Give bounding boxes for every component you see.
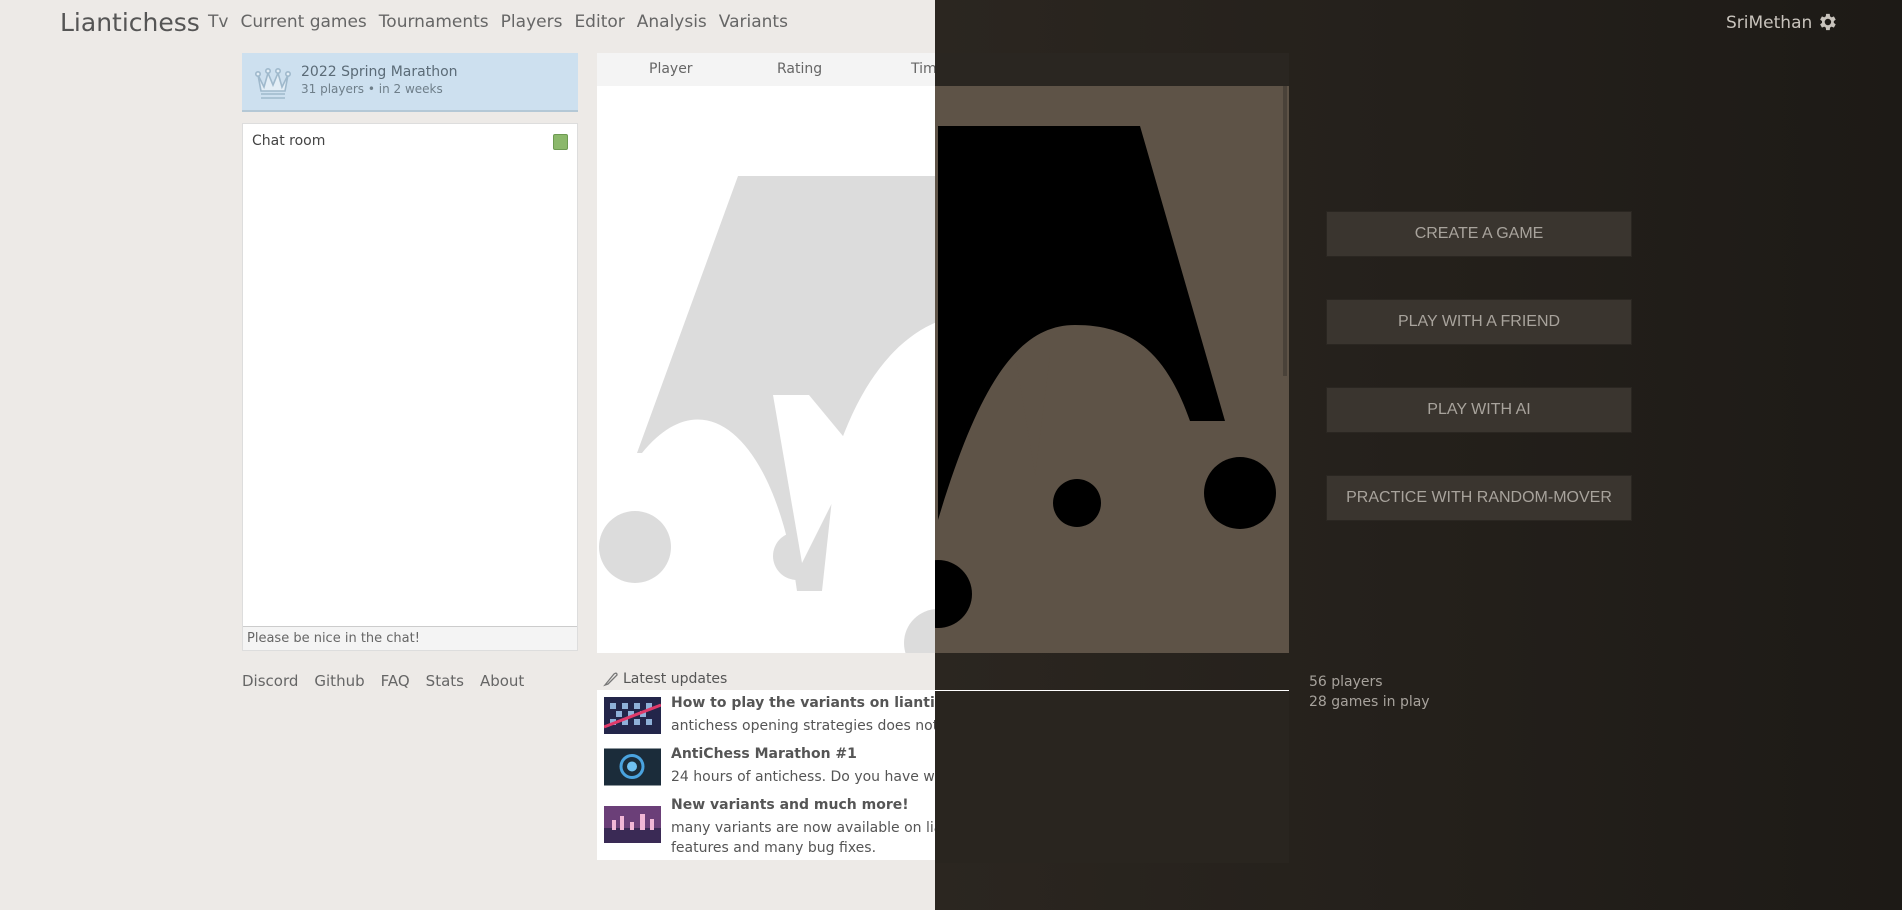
news-title[interactable]: New variants and much more! [671, 797, 909, 813]
column-player[interactable]: Player [649, 61, 693, 77]
footer-link-faq[interactable]: FAQ [381, 672, 410, 690]
news-description: 24 hours of antichess. Do you have what … [671, 769, 1069, 785]
news-date: 2022.01.02 [1213, 816, 1282, 830]
news-thumbnail [604, 806, 661, 843]
games-count: 28 games in play [1309, 694, 1430, 710]
news-description: many variants are now available on liant… [671, 820, 1142, 856]
news-item[interactable]: How to play the variants on liantichesss… [597, 690, 1289, 741]
updates-title: Latest updates [623, 671, 728, 687]
tournament-info: 31 players • in 2 weeks [301, 82, 443, 96]
chat-toggle[interactable] [553, 134, 568, 150]
updates-list: How to play the variants on liantichesss… [597, 690, 1289, 860]
play-with-friend-button[interactable]: PLAY WITH A FRIEND [1326, 299, 1632, 345]
latest-updates: Latest updates How to play the variants … [597, 668, 1289, 860]
news-date: 2022.11.03 [1213, 706, 1282, 720]
site-logo[interactable]: Liantichess [60, 8, 200, 37]
tournament-card[interactable]: 2022 Spring Marathon 31 players • in 2 w… [242, 53, 578, 112]
news-title[interactable]: How to play the variants on liantichesss… [671, 695, 996, 711]
main-nav: Tv Current games Tournaments Players Edi… [208, 12, 788, 32]
practice-random-mover-button[interactable]: PRACTICE WITH RANDOM-MOVER [1326, 475, 1632, 521]
news-thumbnail [604, 748, 661, 786]
footer-links: Discord Github FAQ Stats About [242, 672, 524, 690]
news-item[interactable]: AntiChess Marathon #1 24 hours of antich… [597, 741, 1289, 792]
news-item[interactable]: New variants and much more! many variant… [597, 792, 1289, 860]
nav-players[interactable]: Players [501, 12, 563, 32]
footer-link-github[interactable]: Github [314, 672, 364, 690]
news-thumbnail [604, 697, 661, 734]
nav-tv[interactable]: Tv [208, 12, 228, 32]
chat-panel: Chat room [242, 123, 578, 651]
top-header: Liantichess Tv Current games Tournaments… [0, 0, 1902, 44]
chat-title: Chat room [252, 133, 326, 149]
jester-logo-icon [599, 176, 1276, 653]
news-title[interactable]: AntiChess Marathon #1 [671, 746, 857, 762]
news-date: 2022.11.03 [1213, 757, 1282, 771]
create-game-button[interactable]: CREATE A GAME [1326, 211, 1632, 257]
quill-icon [603, 672, 618, 687]
nav-editor[interactable]: Editor [574, 12, 624, 32]
seeks-header: Player Rating Time Variant Mode [597, 53, 1289, 86]
footer-link-discord[interactable]: Discord [242, 672, 298, 690]
players-count: 56 players [1309, 674, 1383, 690]
column-variant[interactable]: Variant [1026, 61, 1076, 77]
server-stats: 56 players 28 games in play [1309, 672, 1430, 712]
nav-analysis[interactable]: Analysis [637, 12, 707, 32]
nav-variants[interactable]: Variants [719, 12, 788, 32]
play-with-ai-button[interactable]: PLAY WITH AI [1326, 387, 1632, 433]
crown-icon [254, 68, 291, 99]
news-description: antichess opening strategies does not wo… [671, 718, 1154, 734]
chat-input[interactable] [243, 626, 577, 650]
username-link[interactable]: SriMethan [1726, 13, 1812, 33]
nav-current-games[interactable]: Current games [240, 12, 366, 32]
seeks-table: Player Rating Time Variant Mode [597, 53, 1289, 653]
column-mode[interactable]: Mode [1169, 61, 1207, 77]
footer-link-stats[interactable]: Stats [426, 672, 464, 690]
tournament-name: 2022 Spring Marathon [301, 64, 458, 80]
seeks-scrollbar[interactable] [1283, 86, 1287, 376]
updates-header: Latest updates [597, 668, 1289, 690]
footer-link-about[interactable]: About [480, 672, 524, 690]
column-rating[interactable]: Rating [777, 61, 822, 77]
gear-icon[interactable] [1816, 11, 1838, 33]
column-time[interactable]: Time [911, 61, 945, 77]
nav-tournaments[interactable]: Tournaments [379, 12, 489, 32]
